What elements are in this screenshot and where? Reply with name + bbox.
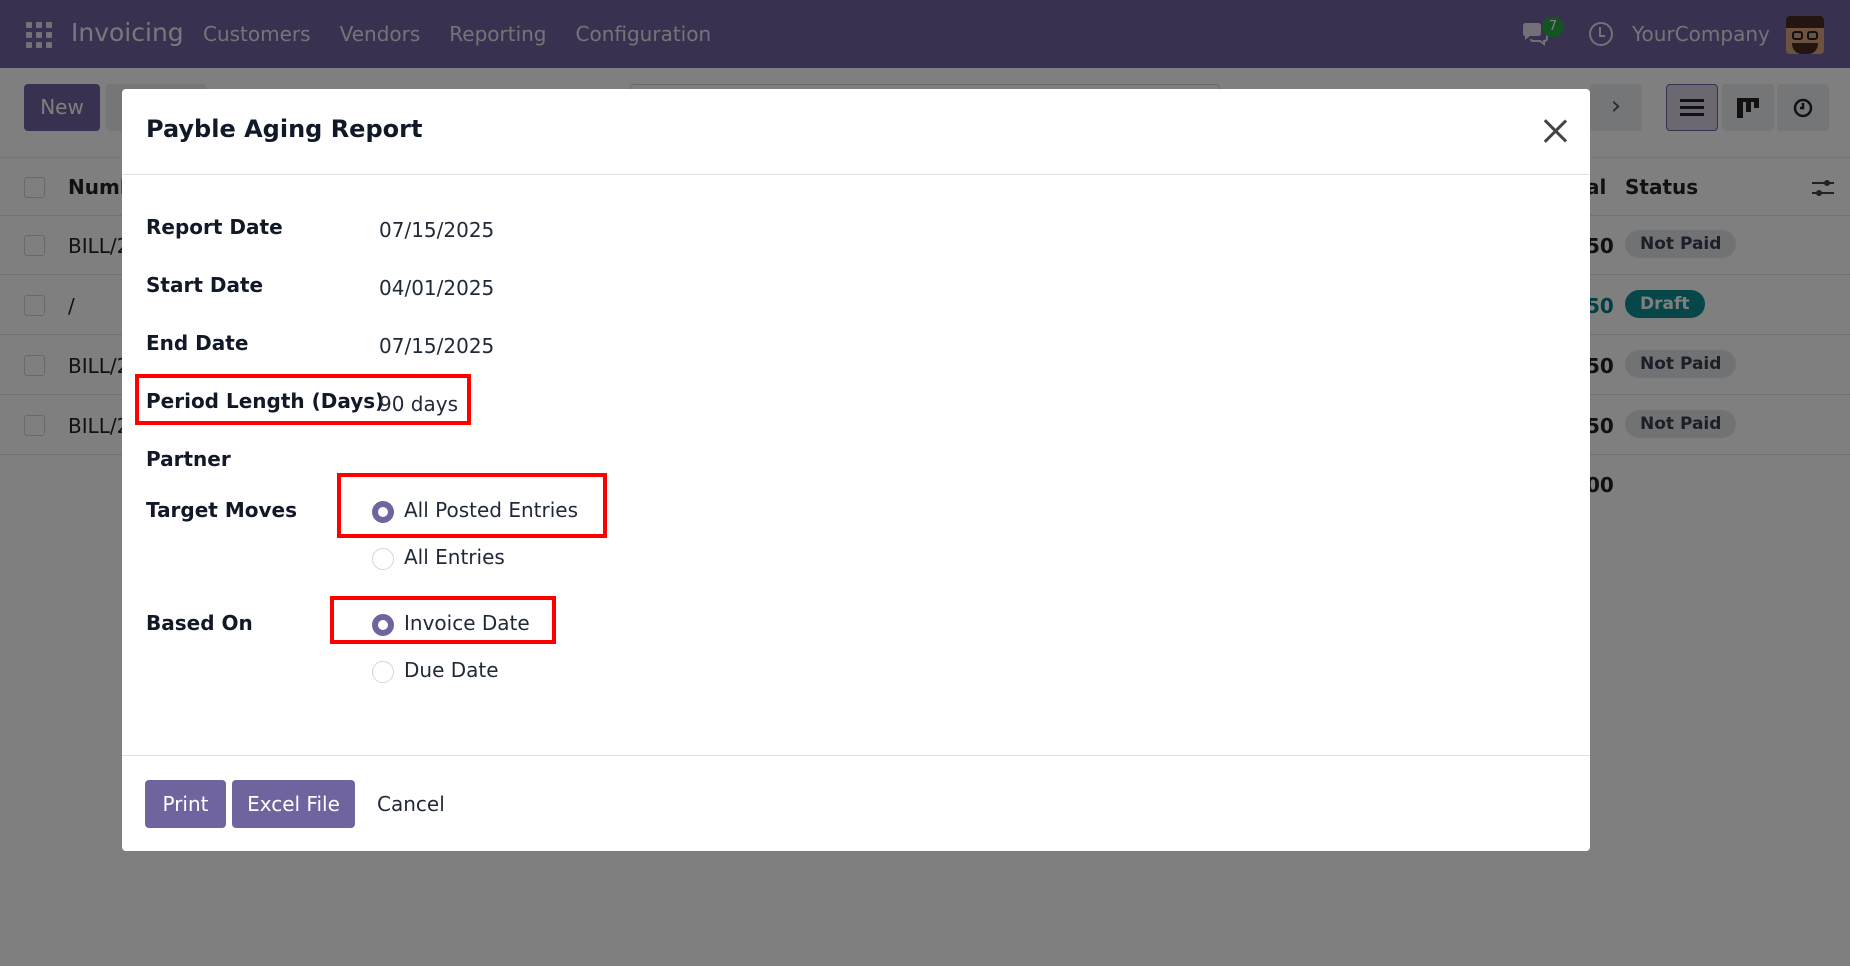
- radio-all-entries[interactable]: [372, 548, 394, 570]
- report-date-field[interactable]: 07/15/2025: [379, 218, 494, 242]
- excel-file-button[interactable]: Excel File: [232, 780, 355, 828]
- based-on-label: Based On: [146, 611, 253, 635]
- print-button[interactable]: Print: [145, 780, 226, 828]
- end-date-field[interactable]: 07/15/2025: [379, 334, 494, 358]
- partner-field[interactable]: [379, 447, 779, 473]
- start-date-field[interactable]: 04/01/2025: [379, 276, 494, 300]
- partner-label: Partner: [146, 447, 231, 471]
- cancel-button[interactable]: Cancel: [377, 780, 445, 828]
- start-date-label: Start Date: [146, 273, 264, 297]
- report-date-label: Report Date: [146, 215, 283, 239]
- highlight-box-based-on: [330, 596, 556, 644]
- aging-report-dialog: Payble Aging Report Report Date 07/15/20…: [122, 89, 1590, 851]
- dialog-title: Payble Aging Report: [146, 115, 423, 143]
- all-entries-label[interactable]: All Entries: [404, 545, 505, 569]
- close-icon[interactable]: [1542, 118, 1568, 144]
- end-date-label: End Date: [146, 331, 249, 355]
- dialog-header: Payble Aging Report: [122, 89, 1590, 175]
- highlight-box-target-moves: [337, 473, 607, 538]
- highlight-box-period-length: [135, 374, 471, 425]
- radio-due-date[interactable]: [372, 661, 394, 683]
- due-date-label[interactable]: Due Date: [404, 658, 499, 682]
- target-moves-label: Target Moves: [146, 498, 297, 522]
